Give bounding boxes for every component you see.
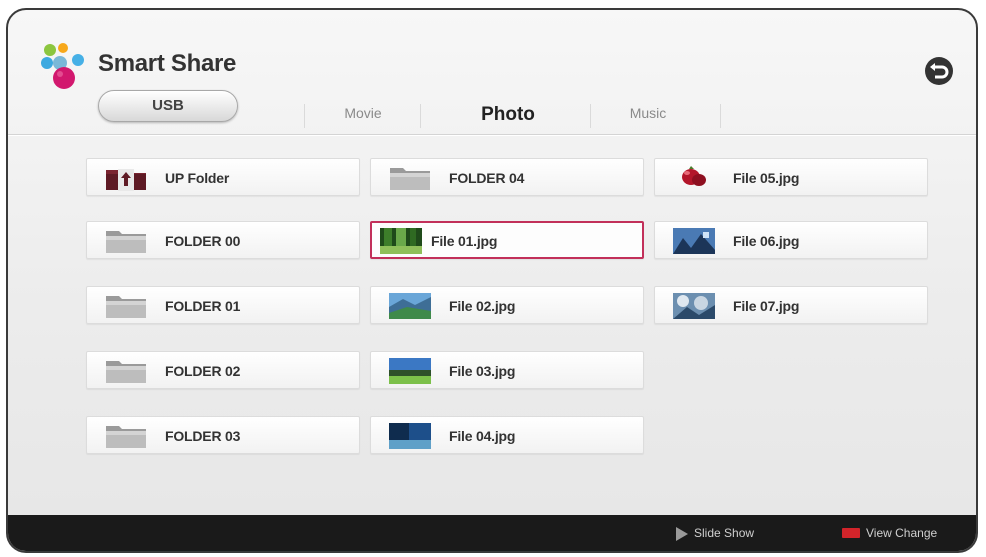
item-label: File 02.jpg [449,298,516,314]
item-label: FOLDER 01 [165,298,241,314]
play-icon [676,527,688,541]
slide-show-hint[interactable]: Slide Show [694,515,754,551]
photo-thumbnail-icon [389,358,431,384]
bottom-bar: Slide Show View Change [8,515,976,551]
photo-thumbnail-icon [389,293,431,319]
item-label: File 04.jpg [449,428,516,444]
file-item[interactable]: File 05.jpg [654,158,928,196]
file-item-selected[interactable]: File 01.jpg [370,221,644,259]
item-label: UP Folder [165,170,230,186]
folder-icon [106,296,146,318]
file-grid: UP Folder FOLDER 00 FOLDER 01 FOLDER 02 … [8,10,976,551]
view-change-hint[interactable]: View Change [866,515,937,551]
folder-icon [390,168,430,190]
red-key-icon [842,528,860,538]
item-label: File 06.jpg [733,233,800,249]
item-label: FOLDER 00 [165,233,241,249]
folder-item[interactable]: FOLDER 01 [86,286,360,324]
photo-thumbnail-icon [682,166,706,186]
folder-item[interactable]: FOLDER 02 [86,351,360,389]
file-item[interactable]: File 06.jpg [654,221,928,259]
photo-thumbnail-icon [389,423,431,449]
file-item[interactable]: File 04.jpg [370,416,644,454]
folder-icon [106,361,146,383]
folder-item[interactable]: FOLDER 04 [370,158,644,196]
smart-share-window: Smart Share USB Movie Photo Music UP Fol… [6,8,978,553]
file-item[interactable]: File 03.jpg [370,351,644,389]
photo-thumbnail-icon [673,228,715,254]
file-item[interactable]: File 07.jpg [654,286,928,324]
photo-thumbnail-icon [673,293,715,319]
folder-icon [106,231,146,253]
item-label: File 01.jpg [431,233,498,249]
item-label: File 05.jpg [733,170,800,186]
folder-item[interactable]: FOLDER 00 [86,221,360,259]
photo-thumbnail-icon [380,228,422,254]
up-folder-icon [106,169,146,191]
folder-item[interactable]: FOLDER 03 [86,416,360,454]
folder-icon [106,426,146,448]
up-folder-item[interactable]: UP Folder [86,158,360,196]
item-label: FOLDER 04 [449,170,525,186]
item-label: FOLDER 02 [165,363,241,379]
item-label: File 03.jpg [449,363,516,379]
item-label: File 07.jpg [733,298,800,314]
item-label: FOLDER 03 [165,428,241,444]
file-item[interactable]: File 02.jpg [370,286,644,324]
